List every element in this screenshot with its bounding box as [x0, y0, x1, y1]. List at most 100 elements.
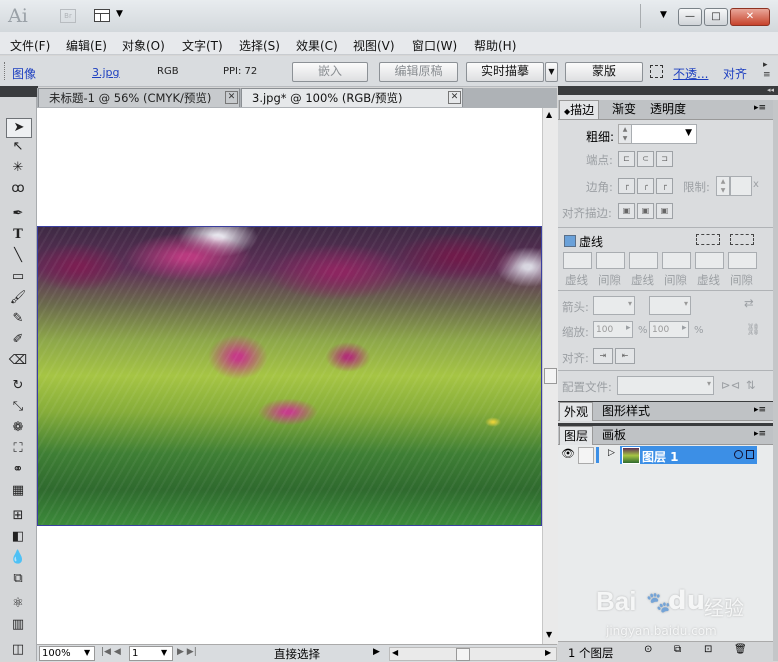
panel-menu-icon[interactable]: ▸≡: [754, 103, 766, 113]
dock-header[interactable]: ◂◂: [558, 86, 778, 95]
next-artboard-icon[interactable]: ▶ ▶|: [177, 647, 197, 657]
tab-transparency[interactable]: 透明度: [646, 100, 690, 118]
transform-icon[interactable]: [650, 65, 663, 78]
horizontal-scrollbar[interactable]: ◀ ▶: [389, 647, 557, 661]
weight-input[interactable]: ▼: [631, 124, 697, 144]
eye-visibility-icon[interactable]: 👁: [561, 447, 575, 460]
tab-artboards[interactable]: 画板: [598, 426, 630, 444]
tab-layers[interactable]: 图层: [559, 426, 594, 445]
line-tool-icon[interactable]: ╲: [6, 247, 30, 265]
scroll-up-icon[interactable]: ▲: [546, 110, 552, 119]
selection-indicator-icon[interactable]: [746, 450, 754, 459]
delete-layer-icon[interactable]: 🗑: [734, 644, 747, 655]
bevel-join-icon[interactable]: ┌: [656, 178, 673, 194]
link-scale-icon[interactable]: ⛓: [746, 322, 761, 336]
panel-menu-icon[interactable]: ▸≡: [754, 405, 766, 415]
scroll-down-icon[interactable]: ▼: [546, 630, 552, 639]
align-outside-icon[interactable]: ▣: [656, 203, 673, 219]
selection-tool-icon[interactable]: ➤: [6, 118, 32, 138]
pen-tool-icon[interactable]: ✒: [6, 205, 30, 223]
align-inside-icon[interactable]: ▣: [637, 203, 654, 219]
tab-gradient[interactable]: 渐变: [608, 100, 640, 118]
blob-brush-tool-icon[interactable]: ✐: [6, 331, 30, 349]
align-dash-icon[interactable]: [730, 234, 754, 245]
expand-layer-icon[interactable]: ▷: [608, 448, 615, 458]
new-sublayer-icon[interactable]: ⊡: [704, 644, 712, 655]
direct-selection-tool-icon[interactable]: ↖: [6, 138, 30, 156]
lock-toggle[interactable]: [578, 447, 594, 464]
lasso-tool-icon[interactable]: ꝏ: [6, 180, 30, 198]
menu-effect[interactable]: 效果(C): [296, 37, 338, 54]
gripper[interactable]: [4, 62, 7, 80]
minimize-button[interactable]: —: [678, 8, 702, 26]
scroll-right-icon[interactable]: ▶: [545, 648, 551, 657]
flip-along-icon[interactable]: ⊳⊲: [721, 378, 740, 392]
opacity-link[interactable]: 不透...: [673, 65, 708, 82]
scale-tool-icon[interactable]: ⤡: [6, 398, 30, 416]
control-bar-menu-icon[interactable]: ▸ ≡: [763, 60, 771, 80]
free-transform-tool-icon[interactable]: ⛶: [6, 440, 30, 458]
align-link[interactable]: 对齐: [723, 65, 747, 82]
trace-options-dropdown-icon[interactable]: ▼: [545, 62, 558, 82]
limit-stepper[interactable]: ▲ ▼: [716, 176, 730, 196]
embed-button[interactable]: 嵌入: [292, 62, 368, 82]
rotate-tool-icon[interactable]: ↻: [6, 377, 30, 395]
close-tab-icon[interactable]: ✕: [448, 91, 461, 104]
start-scale-stepper-icon[interactable]: ▸: [626, 323, 631, 333]
layer-row[interactable]: 👁 ▷ 图层 1: [558, 446, 773, 464]
scroll-thumb[interactable]: [544, 368, 557, 384]
flip-across-icon[interactable]: ⇅: [746, 378, 756, 392]
gap-2-input[interactable]: [662, 252, 691, 269]
tab-3-jpg[interactable]: 3.jpg* @ 100% (RGB/预览): [241, 88, 463, 107]
bridge-button[interactable]: Br: [60, 9, 76, 23]
arrow-place-icon[interactable]: ⇤: [615, 348, 635, 364]
artboard-dropdown-icon[interactable]: ▼: [161, 648, 167, 657]
chevron-down-icon[interactable]: ▼: [116, 9, 123, 19]
weight-stepper[interactable]: ▲ ▼: [618, 124, 632, 144]
close-tab-icon[interactable]: ✕: [225, 91, 238, 104]
butt-cap-icon[interactable]: ⊏: [618, 151, 635, 167]
edit-original-button[interactable]: 编辑原稿: [379, 62, 458, 82]
status-menu-icon[interactable]: ▶: [373, 647, 380, 657]
profile-select[interactable]: ▾: [617, 376, 714, 395]
gap-3-input[interactable]: [728, 252, 757, 269]
preserve-dash-icon[interactable]: [696, 234, 720, 245]
workspace-dropdown-icon[interactable]: ▼: [660, 10, 667, 20]
panel-menu-icon[interactable]: ▸≡: [754, 429, 766, 439]
perspective-grid-tool-icon[interactable]: ▦: [6, 482, 30, 500]
scroll-left-icon[interactable]: ◀: [392, 648, 398, 657]
close-button[interactable]: ✕: [730, 8, 770, 26]
menu-view[interactable]: 视图(V): [353, 37, 395, 54]
tab-stroke[interactable]: ◆描边: [559, 100, 600, 119]
menu-file[interactable]: 文件(F): [10, 37, 50, 54]
menu-type[interactable]: 文字(T): [182, 37, 223, 54]
eyedropper-tool-icon[interactable]: 💧: [6, 549, 30, 567]
tab-untitled-1[interactable]: 未标题-1 @ 56% (CMYK/预览): [38, 88, 240, 107]
vertical-scrollbar[interactable]: ▲ ▼: [542, 108, 558, 644]
dash-2-input[interactable]: [629, 252, 658, 269]
menu-edit[interactable]: 编辑(E): [66, 37, 107, 54]
tab-graphic-styles[interactable]: 图形样式: [598, 402, 654, 420]
locate-object-icon[interactable]: ⊙: [644, 644, 652, 655]
paintbrush-tool-icon[interactable]: 🖌: [6, 289, 30, 307]
zoom-dropdown-icon[interactable]: ▼: [84, 648, 90, 657]
warp-tool-icon[interactable]: ❁: [6, 419, 30, 437]
pencil-tool-icon[interactable]: ✎: [6, 310, 30, 328]
arrow-extend-icon[interactable]: ⇥: [593, 348, 613, 364]
object-type-link[interactable]: 图像: [12, 65, 36, 82]
menu-select[interactable]: 选择(S): [239, 37, 280, 54]
arrange-documents-icon[interactable]: [94, 9, 110, 22]
symbol-sprayer-tool-icon[interactable]: ⚛: [6, 595, 30, 613]
artboard-canvas[interactable]: [37, 108, 542, 644]
h-scroll-thumb[interactable]: [456, 648, 470, 661]
filename-link[interactable]: 3.jpg: [92, 66, 120, 79]
dash-3-input[interactable]: [695, 252, 724, 269]
end-scale-stepper-icon[interactable]: ▸: [682, 323, 687, 333]
type-tool-icon[interactable]: T: [6, 226, 30, 244]
align-center-icon[interactable]: ▣: [618, 203, 635, 219]
artboard-tool-icon[interactable]: ◫: [6, 641, 30, 659]
gap-1-input[interactable]: [596, 252, 625, 269]
gradient-tool-icon[interactable]: ◧: [6, 528, 30, 546]
round-cap-icon[interactable]: ⊂: [637, 151, 654, 167]
end-arrowhead-select[interactable]: ▾: [649, 296, 691, 315]
